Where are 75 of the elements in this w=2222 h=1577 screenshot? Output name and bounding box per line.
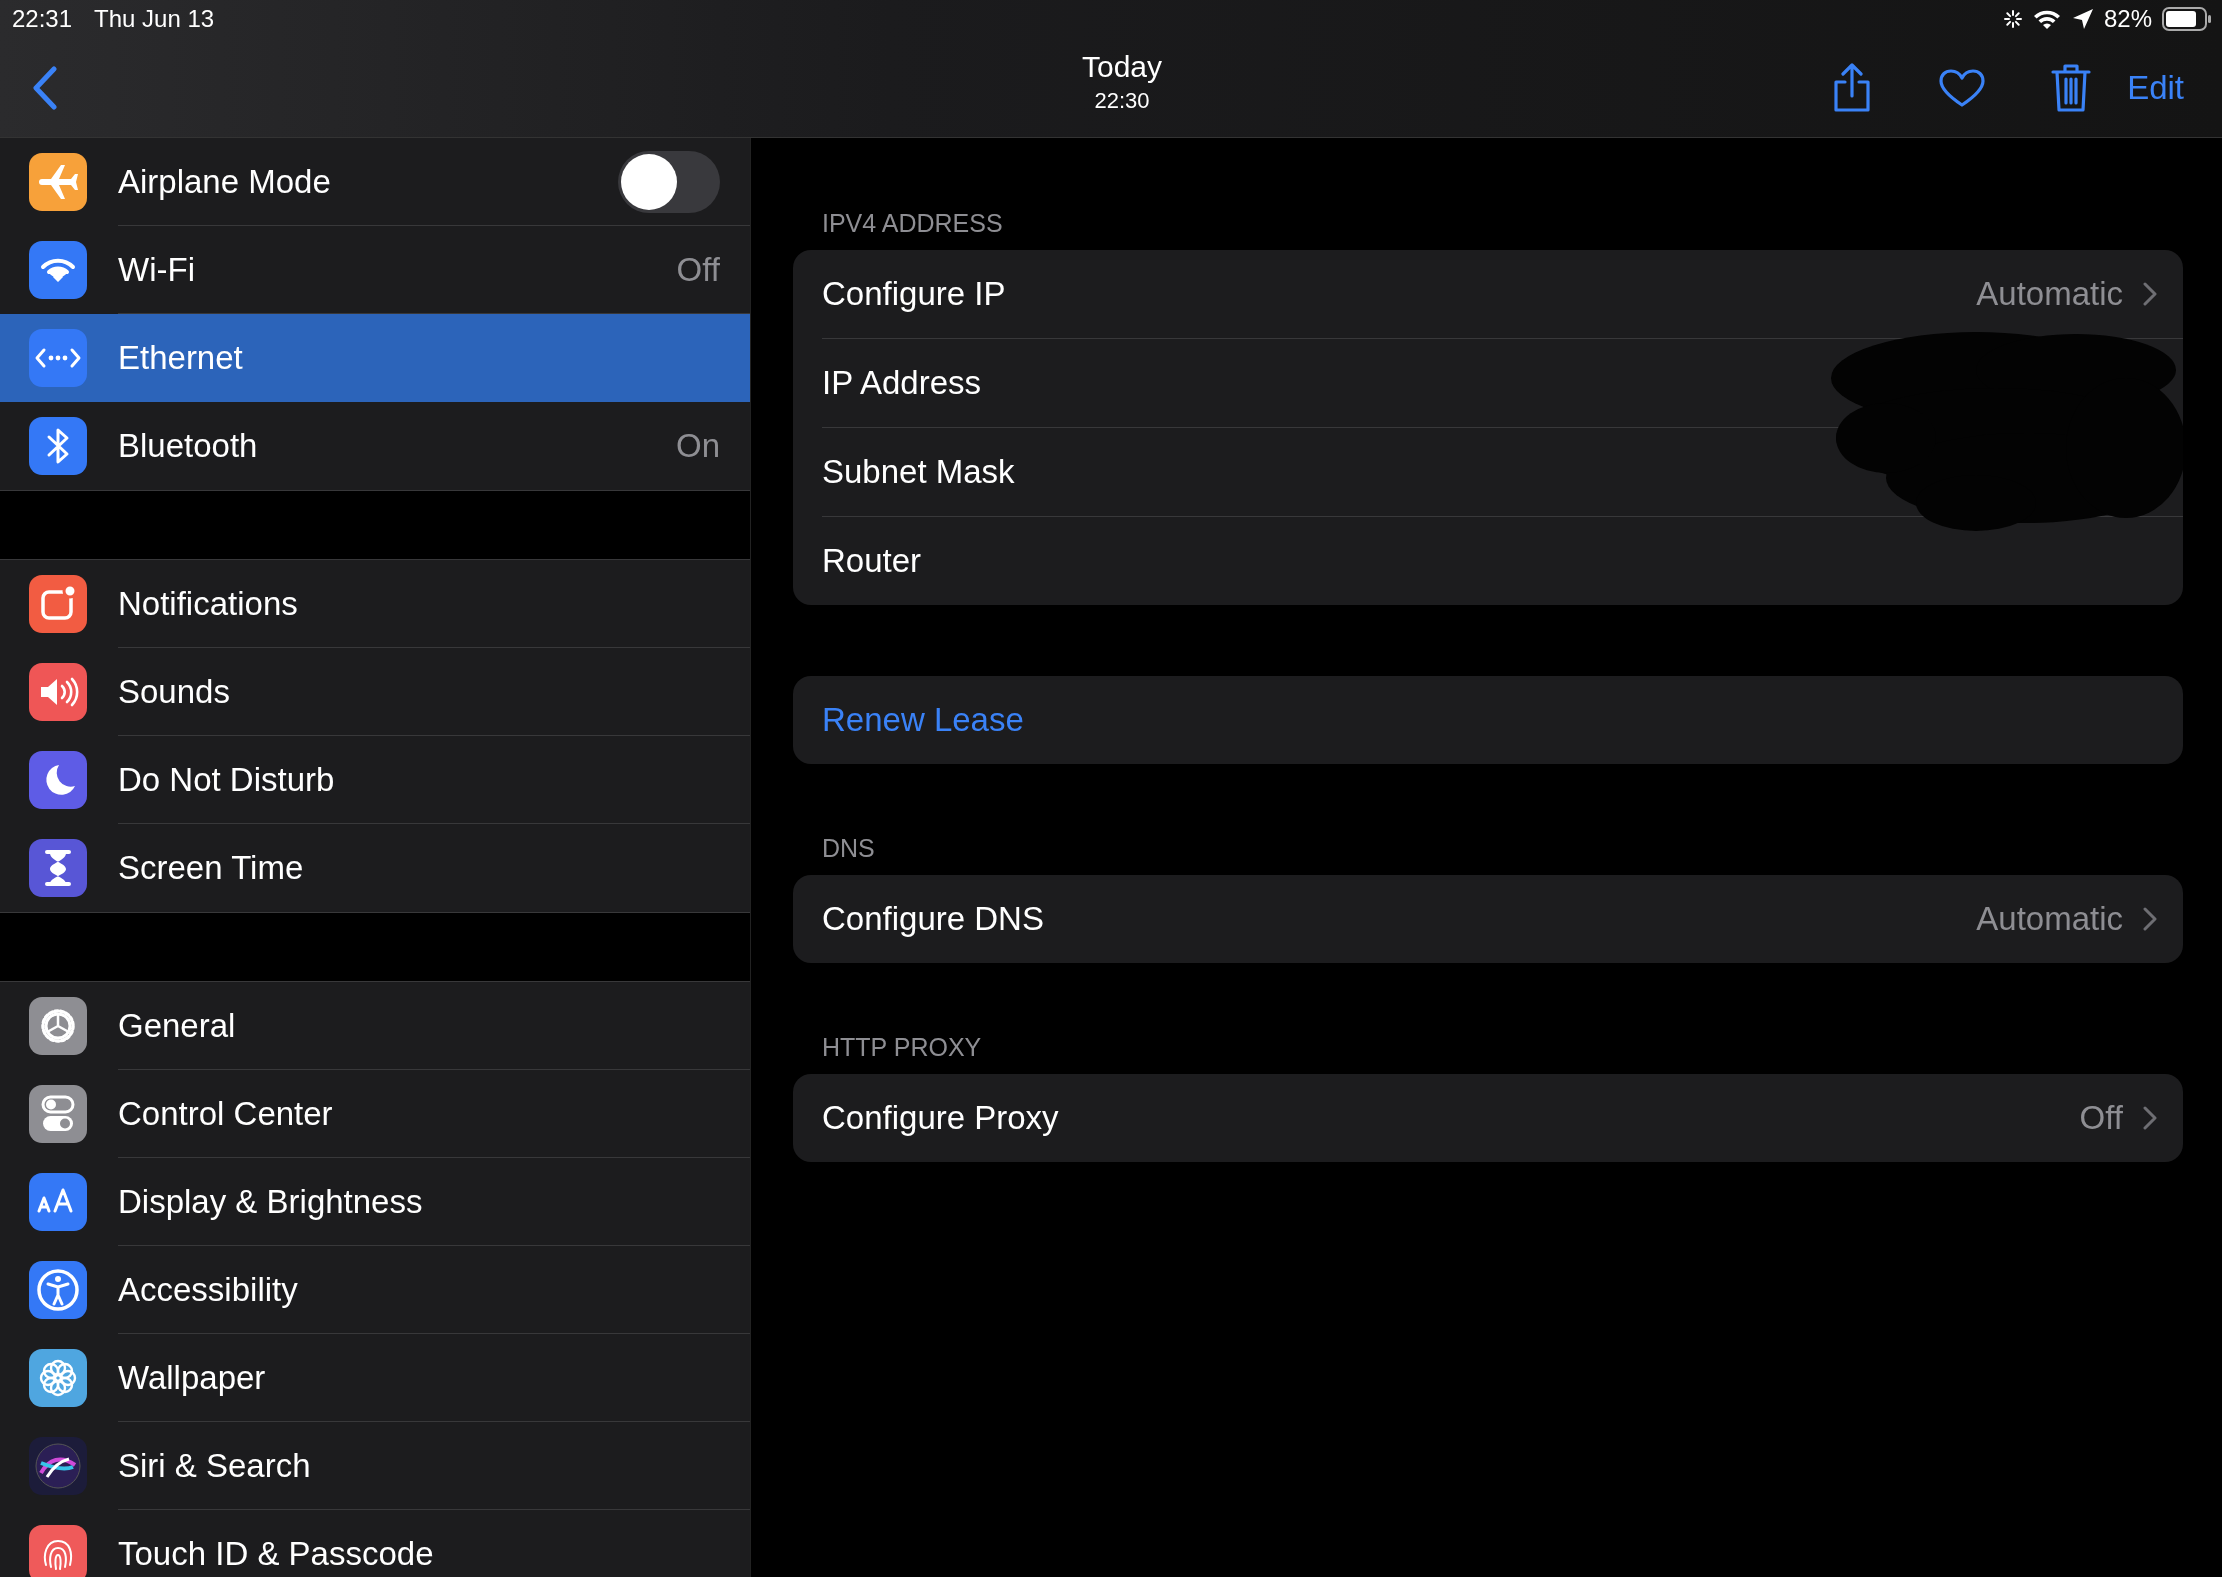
row-value: Off bbox=[676, 250, 720, 289]
fingerprint-icon bbox=[29, 1525, 87, 1577]
settings-row[interactable]: Accessibility bbox=[0, 1246, 750, 1334]
text-size-icon bbox=[29, 1173, 87, 1231]
settings-row[interactable]: General bbox=[0, 982, 750, 1070]
row-label: Wallpaper bbox=[118, 1358, 267, 1397]
speaker-icon bbox=[29, 663, 87, 721]
battery-percent: 82% bbox=[2103, 5, 2152, 33]
section-header: DNS bbox=[821, 833, 876, 864]
row-value: Off bbox=[2079, 1099, 2123, 1137]
row-label: Display & Brightness bbox=[118, 1182, 424, 1221]
settings-row[interactable]: Do Not Disturb bbox=[0, 736, 750, 824]
row-value: Automatic bbox=[1976, 900, 2123, 938]
row-label: Control Center bbox=[118, 1094, 334, 1133]
settings-row[interactable]: Control Center bbox=[0, 1070, 750, 1158]
chevron-icon bbox=[2143, 282, 2157, 306]
settings-row[interactable]: Bluetooth On bbox=[0, 402, 750, 490]
ethernet-icon bbox=[29, 329, 87, 387]
settings-row[interactable]: Touch ID & Passcode bbox=[0, 1510, 750, 1577]
accessibility-icon bbox=[29, 1261, 87, 1319]
row-label: Airplane Mode bbox=[118, 162, 332, 201]
row-value: On bbox=[675, 427, 720, 465]
hourglass-icon bbox=[29, 839, 87, 897]
settings-row[interactable]: Ethernet bbox=[0, 314, 750, 402]
row-label: Screen Time bbox=[118, 849, 305, 887]
nav-title: Today bbox=[1081, 50, 1163, 84]
status-date: Thu Jun 13 bbox=[94, 5, 215, 33]
row-label: Touch ID & Passcode bbox=[118, 1535, 435, 1573]
gear-icon bbox=[29, 997, 87, 1055]
airplane-icon bbox=[29, 153, 87, 211]
row-label: Siri & Search bbox=[118, 1446, 312, 1485]
row-label: Bluetooth bbox=[118, 427, 259, 465]
row-label: Configure Proxy bbox=[822, 1099, 1060, 1137]
row-label: Ethernet bbox=[118, 339, 244, 377]
settings-row[interactable]: Configure DNS Automatic bbox=[822, 875, 2183, 963]
settings-row[interactable]: Siri & Search bbox=[0, 1422, 750, 1510]
settings-row[interactable]: Screen Time bbox=[0, 824, 750, 912]
settings-row[interactable]: Airplane Mode bbox=[0, 138, 750, 226]
row-label: Router bbox=[822, 542, 923, 580]
section-header: IPV4 ADDRESS bbox=[821, 208, 1004, 239]
row-label: IP Address bbox=[822, 364, 982, 402]
row-label: Accessibility bbox=[118, 1270, 299, 1309]
row-label: Configure IP bbox=[822, 275, 1007, 313]
notification-icon bbox=[29, 575, 87, 633]
chevron-icon bbox=[2143, 1106, 2157, 1130]
settings-row[interactable]: Configure Proxy Off bbox=[822, 1074, 2183, 1162]
wifi-icon bbox=[29, 241, 87, 299]
row-label: Notifications bbox=[118, 584, 299, 623]
row-value: Automatic bbox=[1976, 275, 2123, 313]
edit-button[interactable]: Edit bbox=[2127, 69, 2184, 107]
nav-subtitle: 22:30 bbox=[1094, 88, 1150, 114]
trash-icon[interactable] bbox=[2051, 63, 2092, 113]
bluetooth-icon bbox=[29, 417, 87, 475]
orb-icon bbox=[29, 1437, 87, 1495]
settings-row[interactable]: Sounds bbox=[0, 648, 750, 736]
status-time: 22:31 bbox=[12, 5, 73, 33]
moon-icon bbox=[29, 751, 87, 809]
row-label: General bbox=[118, 1006, 237, 1045]
row-label: Do Not Disturb bbox=[118, 760, 336, 799]
battery-icon bbox=[2162, 7, 2212, 31]
settings-row[interactable]: Notifications bbox=[0, 560, 750, 648]
row-label: Subnet Mask bbox=[822, 453, 1016, 491]
location-icon bbox=[2071, 8, 2094, 30]
chevron-icon bbox=[2143, 907, 2157, 931]
renew-lease-button[interactable]: Renew Lease bbox=[822, 701, 1024, 739]
flower-icon bbox=[29, 1349, 87, 1407]
row-label: Sounds bbox=[118, 672, 231, 711]
settings-row[interactable]: Display & Brightness bbox=[0, 1158, 750, 1246]
switches-icon bbox=[29, 1085, 87, 1143]
section-header: HTTP PROXY bbox=[821, 1032, 983, 1063]
row-label: Configure DNS bbox=[822, 900, 1045, 938]
activity-icon bbox=[2003, 10, 2022, 28]
settings-row[interactable]: Wallpaper bbox=[0, 1334, 750, 1422]
heart-icon[interactable] bbox=[1939, 68, 1986, 108]
row-label: Wi-Fi bbox=[118, 250, 196, 289]
